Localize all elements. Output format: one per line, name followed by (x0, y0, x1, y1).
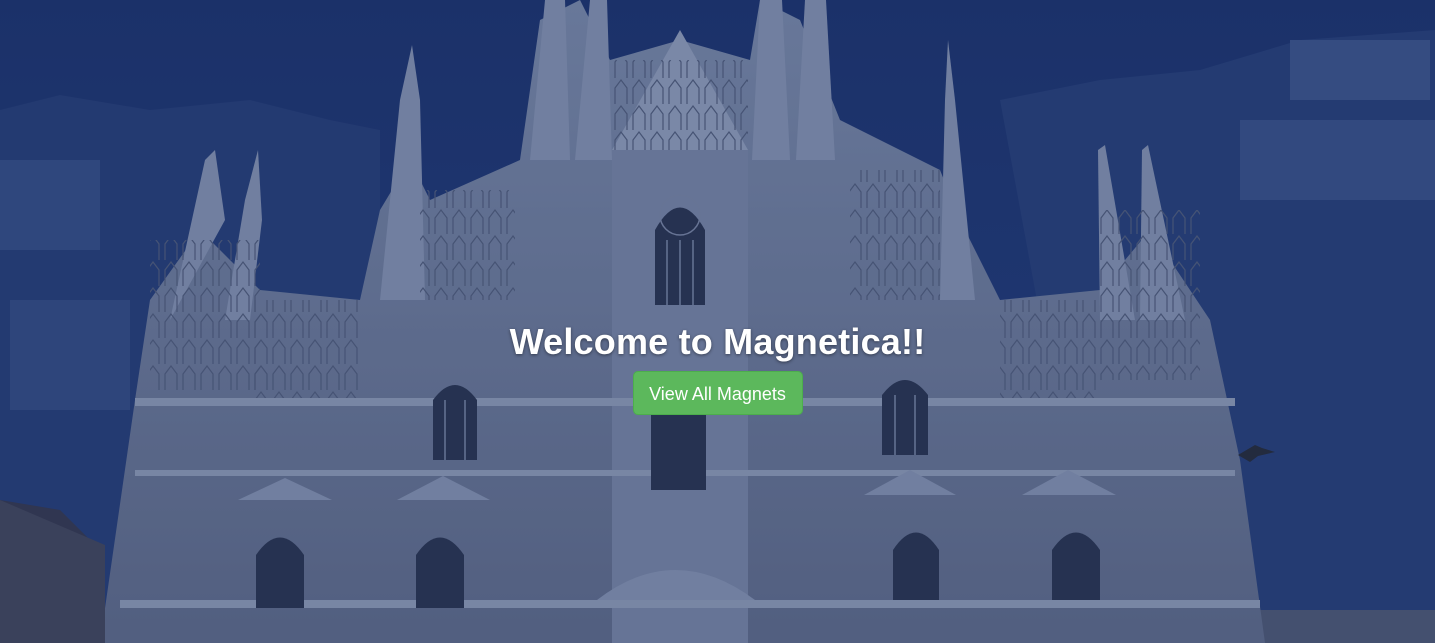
hero-heading: Welcome to Magnetica!! (509, 321, 926, 362)
hero-section: Welcome to Magnetica!! View All Magnets (0, 318, 1435, 415)
view-all-magnets-button[interactable]: View All Magnets (632, 371, 803, 415)
